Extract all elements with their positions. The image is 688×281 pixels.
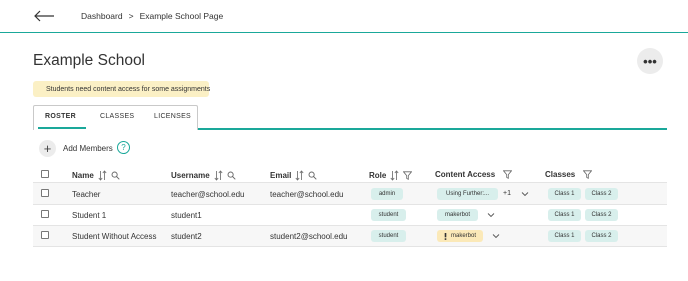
- chevron-down-icon[interactable]: [492, 233, 500, 239]
- breadcrumb: Dashboard > Example School Page: [81, 11, 223, 21]
- content-access-badge: makerbot: [437, 209, 478, 221]
- content-access-badge-warning: makerbot: [437, 230, 483, 242]
- breadcrumb-dashboard-link[interactable]: Dashboard: [81, 11, 123, 21]
- search-icon[interactable]: [308, 171, 317, 180]
- help-icon[interactable]: ?: [117, 141, 130, 154]
- role-badge: student: [371, 230, 406, 242]
- content-access-badge: Using Further:...: [437, 188, 498, 200]
- plus-icon: +: [39, 139, 56, 157]
- row-checkbox[interactable]: [41, 231, 49, 239]
- chevron-down-icon[interactable]: [487, 212, 495, 218]
- row-divider: [33, 246, 667, 247]
- role-badge: student: [371, 209, 406, 221]
- class-badge: Class 2: [585, 188, 618, 200]
- filter-icon[interactable]: [583, 170, 593, 179]
- back-arrow-icon[interactable]: [33, 9, 55, 23]
- row-name: Teacher: [72, 190, 101, 199]
- filter-icon[interactable]: [403, 171, 413, 180]
- row-username: student2: [171, 232, 202, 241]
- chevron-down-icon[interactable]: [521, 191, 529, 197]
- column-header-classes-label: Classes: [545, 170, 576, 179]
- class-badge: Class 2: [585, 230, 618, 242]
- role-badge: admin: [371, 188, 403, 200]
- tab-licenses[interactable]: LICENSES: [154, 113, 191, 120]
- select-all-checkbox[interactable]: [41, 170, 49, 178]
- column-header-role: Role: [369, 170, 413, 181]
- tab-bar: ROSTER CLASSES LICENSES: [33, 105, 667, 130]
- exclamation-icon: [444, 232, 447, 240]
- tab-roster[interactable]: ROSTER: [45, 113, 76, 120]
- search-icon[interactable]: [227, 171, 236, 180]
- more-options-button[interactable]: •••: [637, 48, 663, 74]
- column-header-role-label: Role: [369, 171, 387, 180]
- sort-icon[interactable]: [214, 170, 223, 181]
- row-name: Student Without Access: [72, 232, 157, 241]
- row-username: teacher@school.edu: [171, 190, 245, 199]
- column-header-username-label: Username: [171, 171, 210, 180]
- class-badge: Class 2: [585, 209, 618, 221]
- tab-classes[interactable]: CLASSES: [100, 113, 134, 120]
- filter-icon[interactable]: [503, 170, 513, 179]
- active-tab-indicator: [38, 127, 86, 129]
- row-username: student1: [171, 211, 202, 220]
- content-access-notice: Students need content access for some as…: [33, 81, 211, 97]
- class-badge: Class 1: [548, 209, 581, 221]
- content-access-label: makerbot: [450, 233, 476, 239]
- add-members-label: Add Members: [63, 143, 113, 153]
- column-header-name-label: Name: [72, 171, 94, 180]
- top-bar: Dashboard > Example School Page: [0, 0, 688, 33]
- row-email: student2@school.edu: [270, 232, 348, 241]
- more-icon: •••: [643, 53, 657, 69]
- content-access-more-count: +1: [503, 190, 511, 197]
- row-email: teacher@school.edu: [270, 190, 344, 199]
- page-title: Example School: [33, 52, 146, 69]
- row-checkbox[interactable]: [41, 189, 49, 197]
- sort-icon[interactable]: [390, 170, 399, 181]
- column-header-content-access: Content Access: [435, 170, 513, 179]
- sort-icon[interactable]: [98, 170, 107, 181]
- notice-text: Students need content access for some as…: [46, 85, 211, 93]
- column-header-content-access-label: Content Access: [435, 170, 496, 179]
- breadcrumb-current: Example School Page: [139, 11, 224, 21]
- class-badge: Class 1: [548, 230, 581, 242]
- column-header-classes: Classes: [545, 170, 593, 179]
- class-badge: Class 1: [548, 188, 581, 200]
- search-icon[interactable]: [111, 171, 120, 180]
- column-header-username: Username: [171, 170, 236, 181]
- column-header-email: Email: [270, 170, 317, 181]
- breadcrumb-separator: >: [128, 11, 134, 21]
- column-header-email-label: Email: [270, 171, 292, 180]
- column-header-name: Name: [72, 170, 120, 181]
- row-checkbox[interactable]: [41, 210, 49, 218]
- row-name: Student 1: [72, 211, 107, 220]
- sort-icon[interactable]: [295, 170, 304, 181]
- add-members-button[interactable]: + Add Members: [39, 139, 113, 157]
